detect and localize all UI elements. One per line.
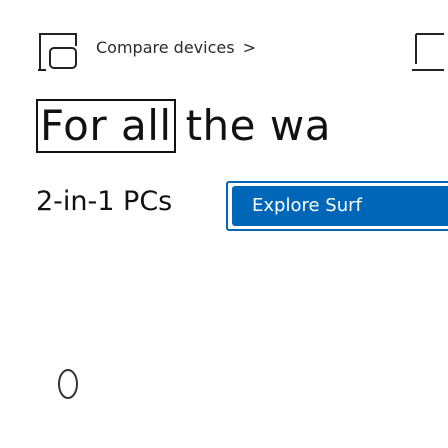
laptop-tablet-icon [36,30,84,74]
compare-devices-link[interactable]: Compare devices > [96,38,256,57]
hero-subhead: 2-in-1 PCs [36,186,173,217]
laptop-icon [406,30,446,74]
explore-surface-button[interactable]: Explore Surf [232,186,448,226]
hero-headline-boxed: For all [36,99,176,153]
hero-headline-rest: the wa [185,101,331,150]
pause-icon[interactable] [56,366,80,402]
chevron-right-icon: > [242,38,256,57]
hero-headline: For all the wa [36,98,331,154]
compare-devices-label: Compare devices [96,38,235,57]
compare-devices-row: Compare devices > [36,30,448,74]
